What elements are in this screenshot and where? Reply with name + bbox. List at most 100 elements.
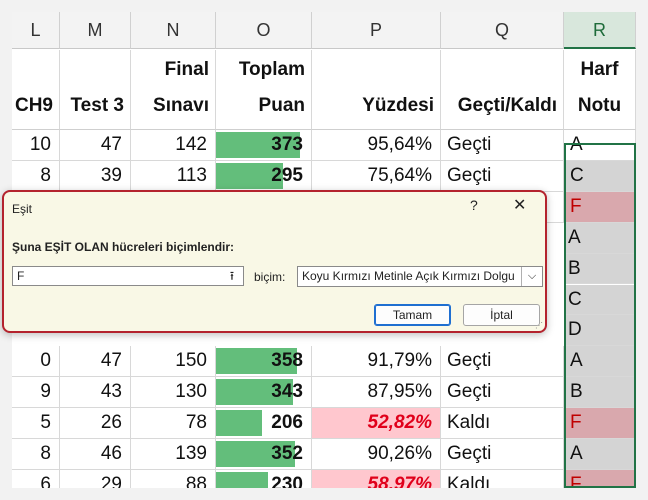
test3-cell-text: 47 [100, 350, 122, 372]
ch9-cell[interactable]: 9 [12, 377, 60, 409]
final-cell[interactable]: 88 [131, 469, 216, 488]
dialog-title: Eşit [12, 202, 33, 216]
final-cell[interactable]: 142 [131, 130, 216, 161]
cancel-button[interactable]: İptal [463, 304, 540, 326]
grade-cell[interactable]: A [564, 130, 636, 161]
final-cell-text: 150 [175, 350, 207, 372]
test3-cell[interactable]: 29 [60, 469, 131, 488]
grade-cell[interactable]: A [564, 222, 636, 254]
resize-grip-icon[interactable]: ⋰ [535, 321, 543, 330]
status-cell[interactable]: Geçti [441, 130, 564, 161]
yuzdesi-cell[interactable]: 90,26% [312, 439, 441, 470]
grade-cell-text: F [570, 473, 582, 488]
ch9-cell[interactable]: 10 [12, 130, 60, 161]
format-dropdown[interactable]: Koyu Kırmızı Metinle Açık Kırmızı Dolgu … [297, 266, 543, 287]
ch9-cell[interactable]: 6 [12, 469, 60, 488]
yuzdesi-cell[interactable]: 75,64% [312, 160, 441, 192]
final-cell[interactable]: 78 [131, 408, 216, 439]
grade-cell[interactable]: F [564, 408, 636, 439]
equal-to-dialog: Eşit ? ✕ Şuna EŞİT OLAN hücreleri biçiml… [2, 190, 547, 333]
status-cell[interactable]: Geçti [441, 439, 564, 470]
toplam-cell[interactable]: 295 [216, 160, 312, 192]
status-cell-text: Kaldı [447, 473, 491, 488]
grade-cell[interactable]: B [564, 377, 636, 409]
toplam-cell[interactable]: 352 [216, 439, 312, 470]
yuzdesi-cell[interactable]: 87,95% [312, 377, 441, 409]
column-header-m[interactable]: M [60, 12, 131, 49]
final-cell-text: 113 [176, 164, 207, 186]
toplam-cell[interactable]: 373 [216, 130, 312, 161]
test3-cell[interactable]: 47 [60, 130, 131, 161]
close-icon[interactable]: ✕ [513, 195, 526, 215]
final-cell[interactable]: 130 [131, 377, 216, 409]
toplam-cell-text: 373 [271, 134, 303, 155]
ch9-cell[interactable]: 8 [12, 160, 60, 192]
test3-cell[interactable]: 39 [60, 160, 131, 192]
toplam-cell[interactable]: 343 [216, 377, 312, 409]
data-bar [216, 410, 263, 436]
status-cell-text: Geçti [447, 134, 492, 155]
status-cell-text: Kaldı [447, 412, 491, 434]
header-text: Notu [577, 95, 622, 116]
yuzdesi-cell[interactable]: 58,97% [312, 469, 441, 488]
column-header-r[interactable]: R [564, 12, 636, 49]
value-input[interactable]: F ⭱ [12, 266, 244, 286]
status-cell-text: Geçti [447, 381, 492, 403]
column-header-o[interactable]: O [216, 12, 312, 49]
test3-cell[interactable]: 47 [60, 346, 131, 378]
grade-cell[interactable]: C [564, 160, 636, 192]
toplam-cell[interactable]: 206 [216, 408, 312, 439]
grade-cell[interactable]: C [564, 284, 636, 316]
header-cell-ch9[interactable]: CH9 [12, 50, 60, 130]
header-cell-harf[interactable]: Harf Notu [564, 50, 636, 130]
test3-cell[interactable]: 46 [60, 439, 131, 470]
yuzdesi-cell[interactable]: 95,64% [312, 130, 441, 161]
status-cell[interactable]: Geçti [441, 377, 564, 409]
grade-cell-text: A [570, 134, 583, 155]
test3-cell[interactable]: 43 [60, 377, 131, 409]
column-header-q[interactable]: Q [441, 12, 564, 49]
test3-cell[interactable]: 26 [60, 408, 131, 439]
ch9-cell[interactable]: 5 [12, 408, 60, 439]
yuzdesi-cell[interactable]: 91,79% [312, 346, 441, 378]
ch9-cell[interactable]: 0 [12, 346, 60, 378]
test3-cell-text: 46 [100, 443, 122, 464]
toplam-cell[interactable]: 230 [216, 469, 312, 488]
final-cell[interactable]: 150 [131, 346, 216, 378]
final-cell-text: 130 [175, 381, 207, 403]
header-cell-toplam[interactable]: Toplam Puan [216, 50, 312, 130]
header-cell-yuzdesi[interactable]: Yüzdesi [312, 50, 441, 130]
grade-cell[interactable]: A [564, 439, 636, 470]
toplam-cell[interactable]: 358 [216, 346, 312, 378]
header-cell-gecti[interactable]: Geçti/Kaldı [441, 50, 564, 130]
grade-cell[interactable]: F [564, 191, 636, 223]
help-icon[interactable]: ? [470, 197, 478, 213]
collapse-dialog-icon[interactable]: ⭱ [223, 268, 241, 284]
status-cell[interactable]: Kaldı [441, 408, 564, 439]
yuzdesi-cell[interactable]: 52,82% [312, 408, 441, 439]
ok-button[interactable]: Tamam [374, 304, 451, 326]
header-cell-final[interactable]: Final Sınavı [131, 50, 216, 130]
grade-cell[interactable]: F [564, 469, 636, 488]
grade-cell-text: A [570, 443, 583, 464]
final-cell[interactable]: 139 [131, 439, 216, 470]
dialog-prompt: Şuna EŞİT OLAN hücreleri biçimlendir: [12, 240, 235, 254]
grade-cell[interactable]: B [564, 253, 636, 285]
toplam-cell-text: 352 [271, 443, 303, 464]
toplam-cell-text: 230 [271, 473, 303, 488]
grade-cell[interactable]: D [564, 315, 636, 347]
column-header-l[interactable]: L [12, 12, 60, 49]
ch9-cell[interactable]: 8 [12, 439, 60, 470]
grade-cell[interactable]: A [564, 346, 636, 378]
column-header-p[interactable]: P [312, 12, 441, 49]
status-cell-text: Geçti [447, 443, 492, 464]
value-input-text: F [17, 269, 25, 283]
status-cell[interactable]: Geçti [441, 160, 564, 192]
final-cell[interactable]: 113 [131, 160, 216, 192]
status-cell[interactable]: Kaldı [441, 469, 564, 488]
column-header-n[interactable]: N [131, 12, 216, 49]
status-cell[interactable]: Geçti [441, 346, 564, 378]
header-cell-test3[interactable]: Test 3 [60, 50, 131, 130]
chevron-down-icon[interactable]: ⌵ [521, 267, 542, 286]
header-text: Puan [258, 95, 305, 116]
